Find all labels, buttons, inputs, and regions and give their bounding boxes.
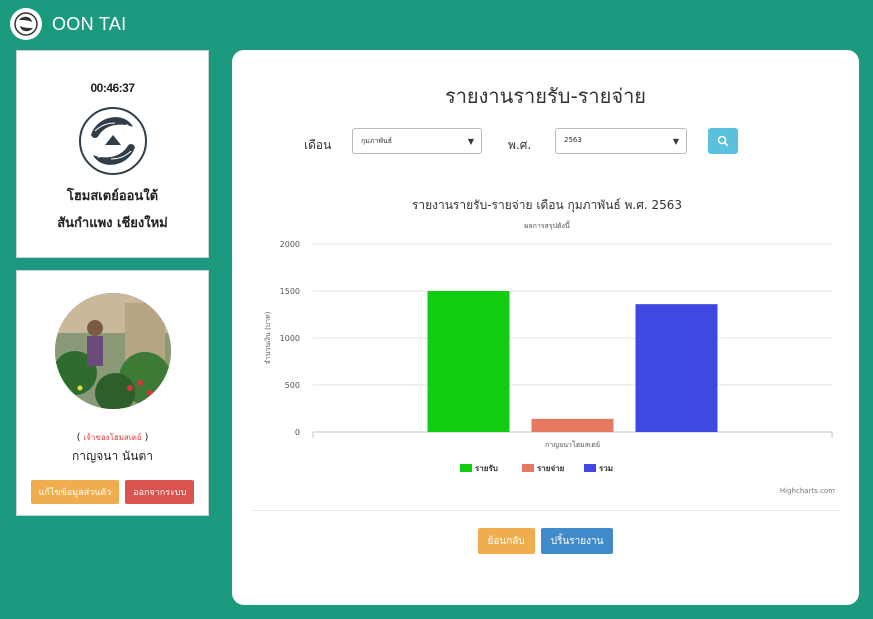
year-select[interactable]: 2563 ▼ [555,128,687,154]
edit-profile-button[interactable]: แก้ไขข้อมูลส่วนตัว [30,480,120,504]
user-actions: แก้ไขข้อมูลส่วนตัว ออกจากระบบ [17,480,208,504]
year-label: พ.ศ. [508,138,532,152]
logout-button[interactable]: ออกจากระบบ [125,480,195,504]
month-select[interactable]: กุมภาพันธ์ ▼ [352,128,482,154]
top-bar: OON TAI [8,4,868,44]
clock: 00:46:37 [90,81,135,95]
income-expense-chart: รายงานรายรับ-รายจ่าย เดือน กุมภาพันธ์ พ.… [264,198,835,495]
chart-title: รายงานรายรับ-รายจ่าย เดือน กุมภาพันธ์ พ.… [412,198,682,213]
legend-label: รายจ่าย [537,464,565,473]
report-actions: ย้อนกลับ ปริ้นรายงาน [232,528,859,554]
legend-swatch [584,464,596,472]
user-name: กาญจนา นันตา [72,449,153,463]
user-role-line: (เจ้าของโฮมสเตย์) [17,431,208,444]
bar-2 [531,418,614,432]
y-tick-label: 2000 [280,240,300,249]
x-category-label: กาญจนาโฮมสเตย์ [545,440,600,449]
fish-logo-icon [78,107,147,175]
legend-swatch [522,464,534,472]
chevron-down-icon: ▼ [467,137,474,146]
search-icon [717,135,729,147]
month-select-value: กุมภาพันธ์ [361,137,393,145]
print-report-button[interactable]: ปริ้นรายงาน [540,528,614,554]
y-axis-label: จำนวนเงิน (บาท) [264,311,272,364]
homestay-location: สันกำแพง เชียงใหม่ [57,216,168,231]
month-label: เดือน [304,138,332,152]
bar-1 [427,291,510,432]
legend-swatch [460,464,472,472]
home-info-panel: 00:46:37 โฮมสเตย์ออนใต้ สันกำแพง เชียงให… [16,50,209,258]
chevron-down-icon: ▼ [672,137,679,146]
y-tick-label: 1500 [280,287,300,296]
role-open-paren: ( [76,432,81,443]
y-tick-label: 500 [285,381,300,390]
chart-credits: Highcharts.com [780,487,835,495]
bar-3 [635,304,718,432]
report-filters: เดือน กุมภาพันธ์ ▼ พ.ศ. 2563 ▼ [232,128,859,158]
divider [252,510,839,511]
y-tick-label: 1000 [280,334,300,343]
legend-label: รายรับ [475,464,498,473]
brand-logo-icon[interactable] [10,8,42,40]
back-button[interactable]: ย้อนกลับ [477,528,535,554]
user-role: เจ้าของโฮมสเตย์ [83,433,142,442]
legend-label: รวม [599,464,613,473]
user-panel: (เจ้าของโฮมสเตย์) กาญจนา นันตา แก้ไขข้อม… [16,270,209,516]
app-title[interactable]: OON TAI [52,14,126,35]
homestay-logo [17,105,208,177]
role-close-paren: ) [144,432,149,443]
year-select-value: 2563 [564,136,582,144]
y-tick-label: 0 [295,428,300,437]
search-button[interactable] [708,128,738,154]
chart-subtitle: ผลการสรุปดังนี้ [524,219,570,230]
homestay-name: โฮมสเตย์ออนใต้ [66,189,159,204]
page-title: รายงานรายรับ-รายจ่าย [444,84,647,108]
avatar [54,293,171,409]
report-card: รายงานรายรับ-รายจ่าย เดือน กุมภาพันธ์ ▼ … [232,50,859,605]
